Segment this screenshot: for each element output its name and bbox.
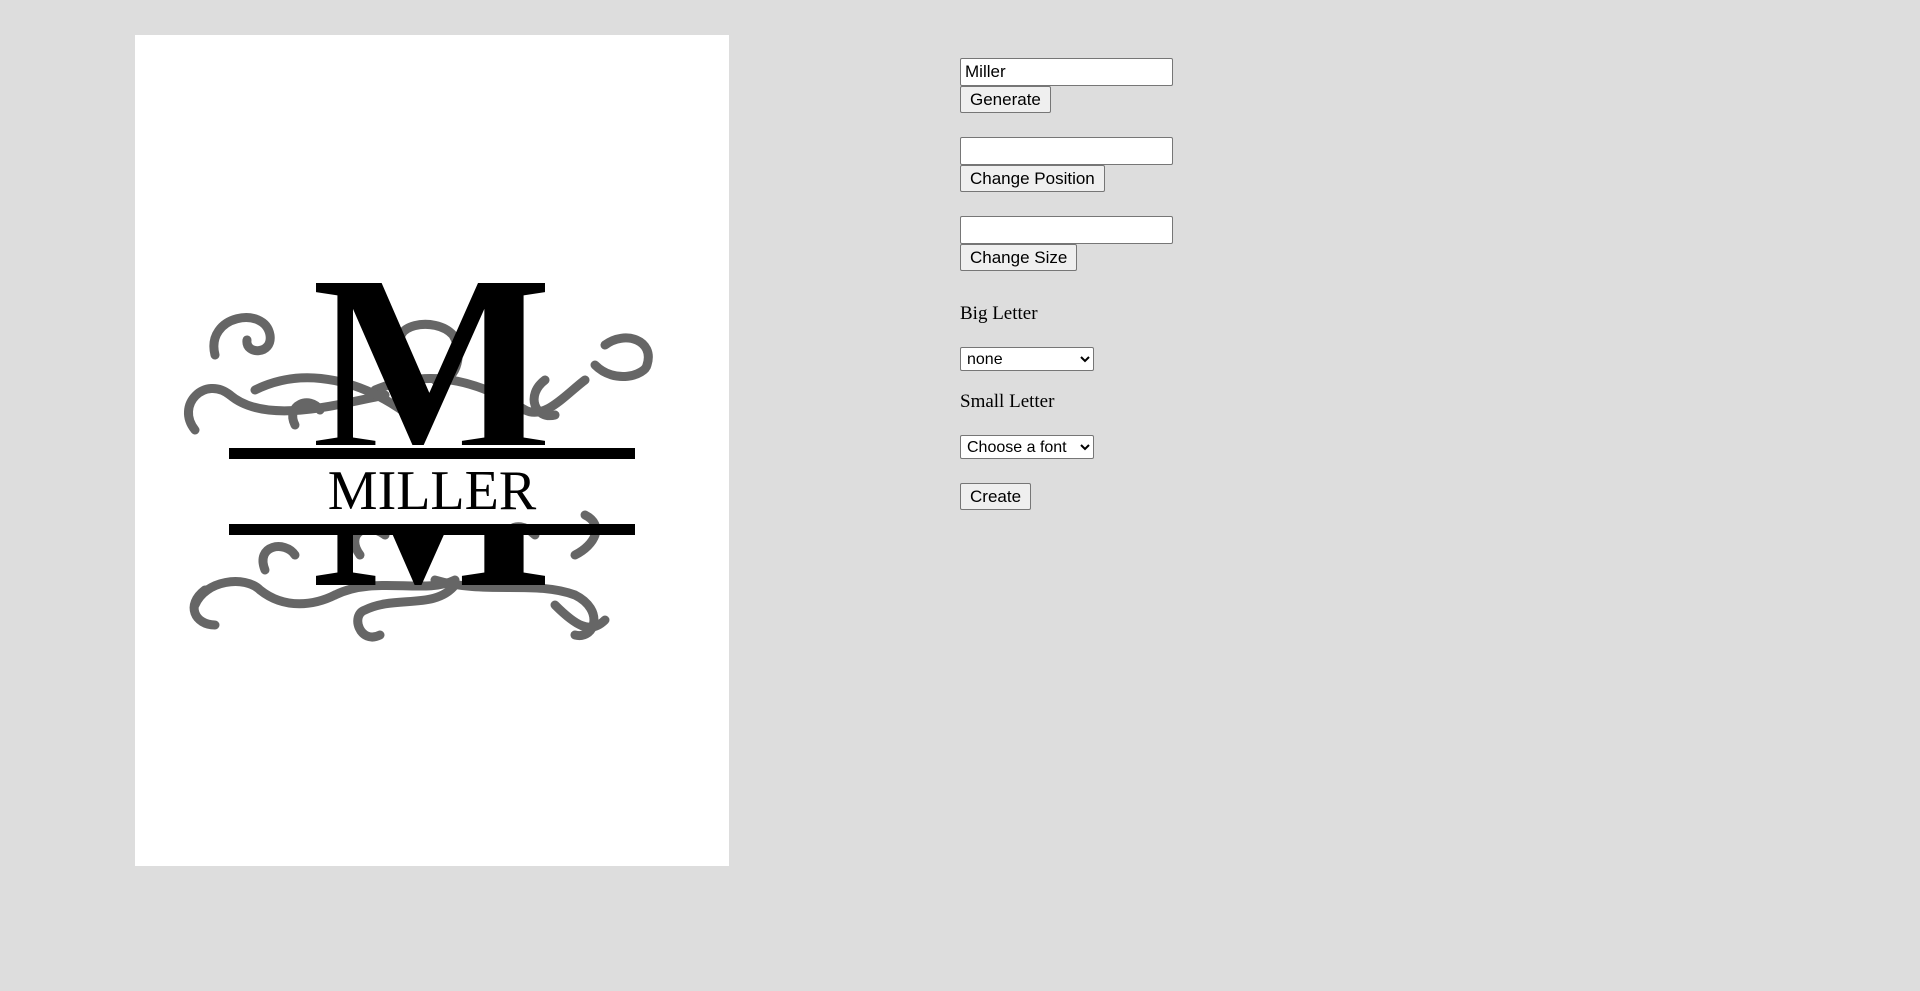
small-letter-label: Small Letter bbox=[960, 391, 1055, 412]
top-divider-bar bbox=[229, 448, 635, 459]
big-letter-select[interactable]: none bbox=[960, 347, 1094, 371]
monogram-preview: M M MILLER bbox=[184, 224, 653, 642]
monogram-name-text: MILLER bbox=[328, 460, 537, 522]
small-letter-select[interactable]: Choose a font bbox=[960, 435, 1094, 459]
size-input[interactable] bbox=[960, 216, 1173, 244]
monogram-canvas: M M MILLER bbox=[135, 35, 729, 866]
generate-button[interactable]: Generate bbox=[960, 86, 1051, 113]
controls-panel: Generate Change Position Change Size Big… bbox=[960, 58, 1260, 510]
bottom-divider-bar bbox=[229, 524, 635, 535]
change-size-button[interactable]: Change Size bbox=[960, 244, 1078, 271]
name-input[interactable] bbox=[960, 58, 1173, 86]
big-letter-label: Big Letter bbox=[960, 303, 1038, 324]
app-page: M M MILLER Generate Change Position Chan… bbox=[0, 0, 1920, 991]
position-input[interactable] bbox=[960, 137, 1173, 165]
create-button[interactable]: Create bbox=[960, 483, 1032, 510]
change-position-button[interactable]: Change Position bbox=[960, 165, 1105, 192]
